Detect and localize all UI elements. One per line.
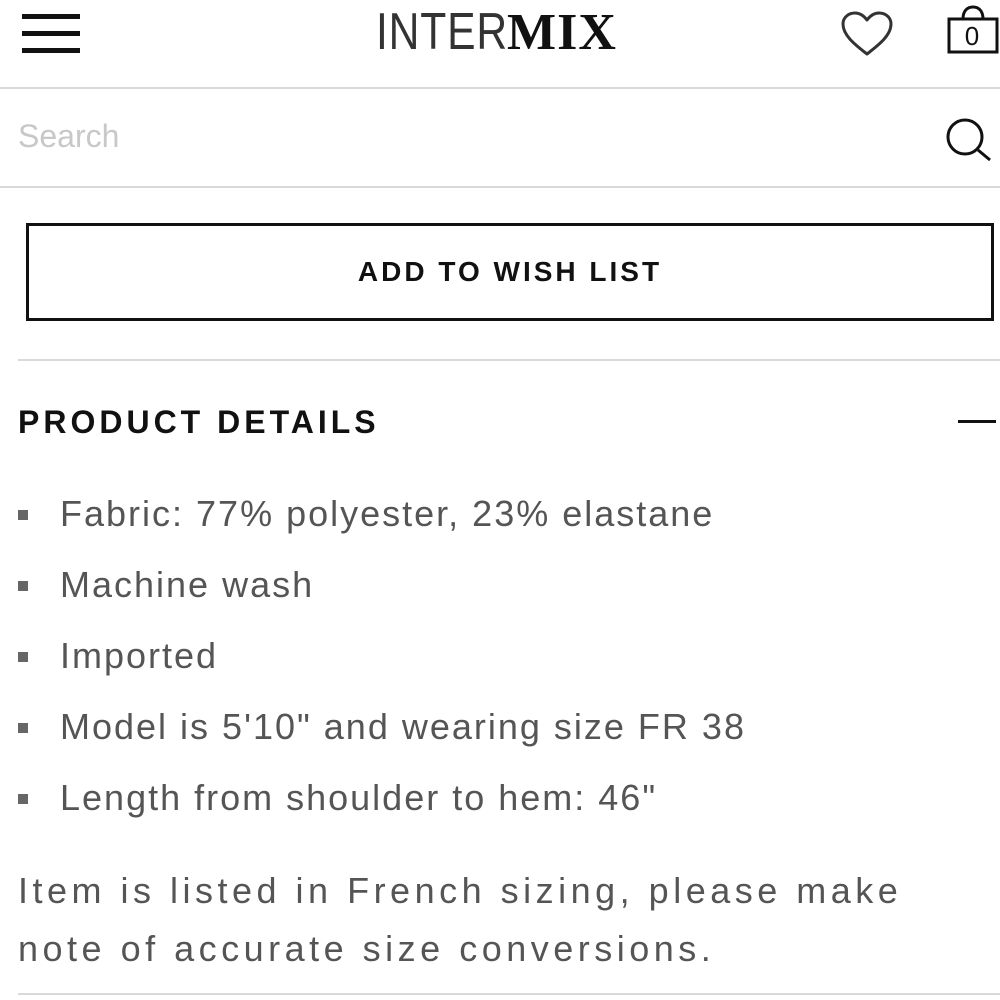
site-header: INTERMIX 0 bbox=[0, 0, 1000, 89]
intermix-logo[interactable]: INTERMIX bbox=[376, 2, 617, 62]
bullet-icon bbox=[18, 652, 28, 662]
list-item: Machine wash bbox=[0, 549, 1000, 620]
bullet-icon bbox=[18, 794, 28, 804]
shopping-bag-icon[interactable]: 0 bbox=[946, 4, 1000, 56]
bullet-icon bbox=[18, 510, 28, 520]
list-item: Fabric: 77% polyester, 23% elastane bbox=[0, 478, 1000, 549]
divider bbox=[18, 359, 1000, 361]
search-icon[interactable] bbox=[944, 116, 994, 166]
list-item: Model is 5'10" and wearing size FR 38 bbox=[0, 691, 1000, 762]
list-item-text: Length from shoulder to hem: 46" bbox=[60, 777, 658, 818]
product-details-heading[interactable]: PRODUCT DETAILS bbox=[18, 400, 380, 444]
heart-icon[interactable] bbox=[840, 10, 894, 58]
bag-count: 0 bbox=[964, 21, 980, 51]
list-item-text: Imported bbox=[60, 635, 219, 676]
list-item: Length from shoulder to hem: 46" bbox=[0, 762, 1000, 833]
list-item-text: Fabric: 77% polyester, 23% elastane bbox=[60, 493, 715, 534]
add-to-wish-list-button[interactable]: ADD TO WISH LIST bbox=[26, 223, 994, 321]
hamburger-menu-icon[interactable] bbox=[22, 14, 80, 54]
divider bbox=[18, 993, 1000, 995]
list-item-text: Machine wash bbox=[60, 564, 315, 605]
list-item: Imported bbox=[0, 620, 1000, 691]
logo-light-text: INTER bbox=[376, 3, 509, 61]
bullet-icon bbox=[18, 723, 28, 733]
product-page: INTERMIX 0 ADD TO WISH LIST PRODUCT DETA… bbox=[0, 0, 1000, 1000]
search-bar bbox=[0, 89, 1000, 188]
minus-icon[interactable] bbox=[958, 405, 998, 439]
list-item-text: Model is 5'10" and wearing size FR 38 bbox=[60, 706, 746, 747]
bullet-icon bbox=[18, 581, 28, 591]
search-input[interactable] bbox=[18, 111, 918, 161]
logo-bold-text: MIX bbox=[507, 4, 617, 61]
sizing-note: Item is listed in French sizing, please … bbox=[18, 870, 903, 969]
product-details-list: Fabric: 77% polyester, 23% elastane Mach… bbox=[0, 478, 1000, 833]
